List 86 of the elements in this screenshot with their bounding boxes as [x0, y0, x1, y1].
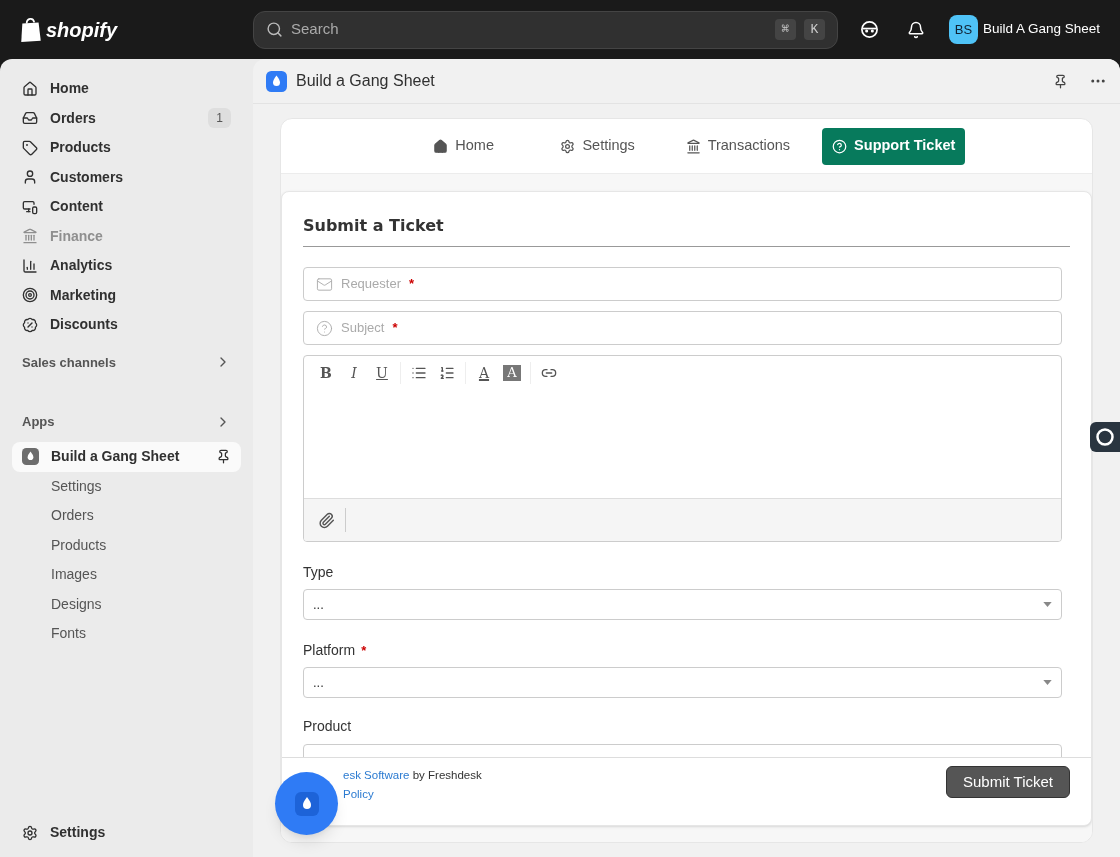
search-bar[interactable]: Search ⌘ K [253, 10, 838, 49]
nav-icon [22, 198, 38, 215]
mail-icon [316, 275, 333, 293]
nav-tab[interactable]: Transactions [675, 127, 801, 165]
droplet-icon [266, 70, 287, 92]
dropdown-caret-icon [1043, 680, 1052, 685]
field-label: Product [303, 717, 353, 736]
nav-icon [22, 80, 38, 97]
shopping-bag-icon [20, 16, 42, 43]
powered-by-text: esk Software by Freshdesk [343, 768, 483, 783]
dropdown-caret-icon [1043, 602, 1052, 607]
shortcut-key: K [804, 19, 825, 40]
nav-icon [22, 228, 38, 245]
nav-icon [22, 257, 38, 274]
pin-icon[interactable] [216, 449, 231, 464]
nav-item[interactable]: Customers [12, 162, 241, 192]
field-label: Type [303, 563, 334, 582]
store-avatar[interactable]: BS [948, 15, 978, 44]
font-color-button[interactable]: A [473, 362, 495, 384]
help-icon [832, 138, 848, 154]
ring-icon [1095, 427, 1115, 447]
italic-button[interactable]: I [343, 362, 365, 384]
search-icon [266, 21, 283, 38]
software-link[interactable]: esk Software [343, 769, 410, 781]
droplet-icon [22, 448, 39, 465]
placeholder-text: Requester [341, 275, 401, 294]
text-field[interactable]: Requester * [303, 267, 1062, 301]
search-input[interactable]: Search [291, 18, 767, 41]
nav-item[interactable]: Discounts [12, 310, 241, 340]
form-title: Submit a Ticket [303, 216, 444, 235]
nav-icon [22, 287, 38, 304]
sub-nav-item[interactable]: Fonts [12, 619, 241, 649]
bell-icon[interactable] [906, 20, 925, 39]
nav-item[interactable]: Home [12, 74, 241, 104]
required-mark: * [409, 275, 415, 294]
policy-link[interactable]: Policy [343, 788, 374, 800]
store-name[interactable]: Build A Gang Sheet [982, 19, 1100, 40]
sub-nav-item[interactable]: Products [12, 530, 241, 560]
page-title: Build a Gang Sheet [296, 71, 436, 91]
nav-item[interactable]: Content [12, 192, 241, 222]
nav-item[interactable]: Products [12, 133, 241, 163]
sub-nav-item[interactable]: Orders [12, 501, 241, 531]
nav-tab[interactable]: Home [407, 127, 520, 165]
nav-icon [22, 139, 38, 156]
message-editor[interactable]: B I U A A [303, 355, 1062, 542]
nav-icon [22, 110, 38, 127]
bold-button[interactable]: B [315, 362, 337, 384]
background-color-button[interactable]: A [503, 365, 521, 381]
bank-icon [685, 138, 701, 154]
side-widget-button[interactable] [1090, 422, 1120, 452]
help-icon [316, 319, 333, 337]
required-mark: * [361, 641, 367, 660]
submit-button[interactable]: Submit Ticket [945, 766, 1070, 798]
nav-item[interactable]: Orders 1 [12, 103, 241, 133]
select-field[interactable]: ... [303, 589, 1062, 620]
droplet-icon [294, 791, 319, 816]
shortcut-key: ⌘ [775, 19, 796, 40]
required-mark: * [392, 319, 398, 338]
section-header[interactable]: Sales channels [12, 352, 241, 372]
text-field[interactable]: Subject * [303, 311, 1062, 345]
section-header[interactable]: Apps [12, 412, 241, 432]
nav-item[interactable]: Analytics [12, 251, 241, 281]
placeholder-text: Subject [341, 319, 385, 338]
home-icon [433, 138, 449, 154]
paperclip-icon[interactable] [318, 511, 335, 529]
logo-text: shopify [46, 17, 118, 43]
mascot-icon[interactable] [859, 20, 879, 39]
sub-nav-item[interactable]: Designs [12, 589, 241, 619]
sub-nav-item[interactable]: Settings [12, 471, 241, 501]
numbered-list-icon [439, 365, 455, 381]
app-nav-item[interactable]: Build a Gang Sheet [12, 441, 241, 472]
nav-item[interactable]: Marketing [12, 280, 241, 310]
sub-nav-item[interactable]: Images [12, 560, 241, 590]
nav-tab[interactable]: Settings [541, 127, 654, 165]
field-label: Platform [303, 641, 356, 660]
settings-nav-item[interactable]: Settings [12, 822, 241, 843]
nav-icon [22, 169, 38, 186]
count-badge: 1 [208, 108, 231, 129]
gear-icon [560, 138, 576, 154]
bullet-list-icon [411, 365, 427, 381]
gear-icon [22, 824, 38, 841]
nav-icon [22, 316, 38, 333]
nav-tab[interactable]: Support Ticket [822, 127, 966, 165]
pin-icon[interactable] [1053, 73, 1068, 89]
select-field[interactable]: ... [303, 667, 1062, 698]
underline-button[interactable]: U [371, 362, 393, 384]
